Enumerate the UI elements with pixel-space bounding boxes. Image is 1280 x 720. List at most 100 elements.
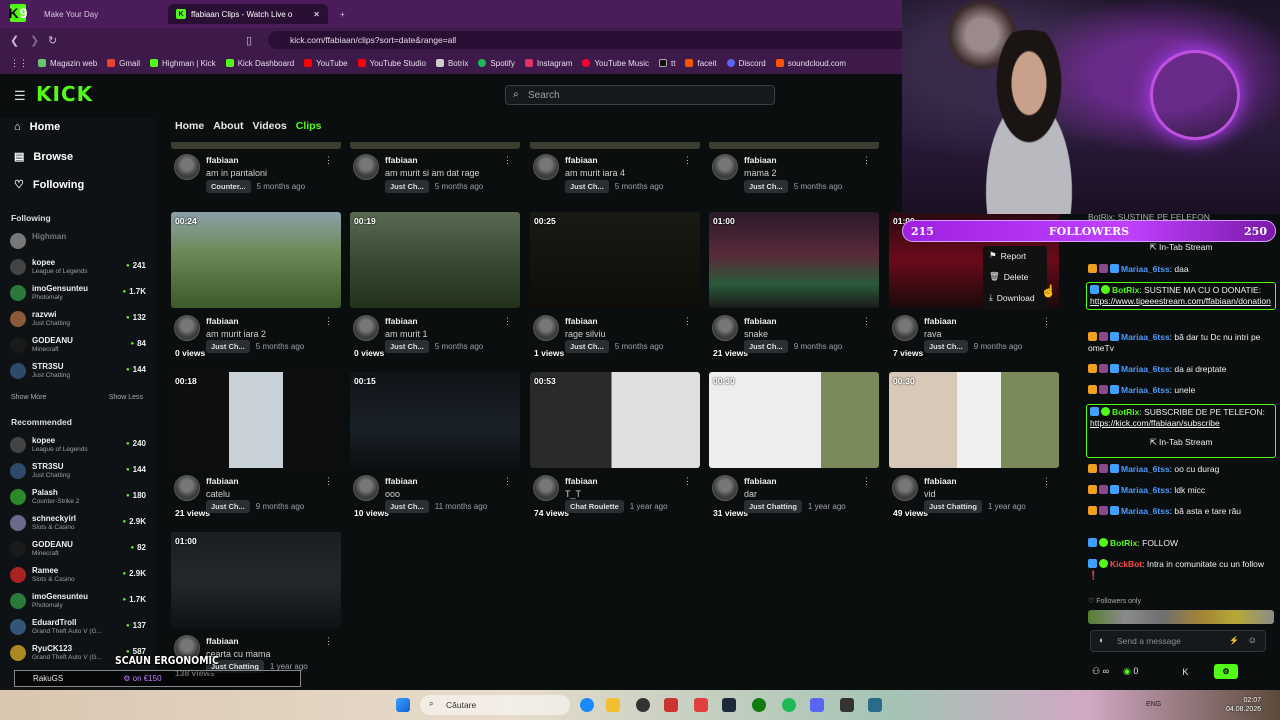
avatar[interactable] — [892, 475, 918, 501]
app-icon[interactable] — [840, 698, 854, 712]
sidebar-channel[interactable]: imoGensuntеuPhotomaly 1.7K — [10, 590, 146, 614]
sidebar-channel[interactable]: GODEANUMinecraft 82 — [10, 538, 146, 562]
back-icon[interactable]: ❮ — [10, 34, 19, 47]
clip-thumbnail[interactable] — [530, 212, 700, 308]
category-tag[interactable]: Counter... — [206, 180, 251, 193]
clip-card[interactable]: ffabiaan am murit si am dat rage Just Ch..… — [350, 142, 520, 196]
donation-link[interactable]: https://www.tipeeestream.com/ffabiaan/do… — [1090, 296, 1271, 306]
clip-thumbnail[interactable] — [171, 532, 341, 628]
more-options-icon[interactable]: ⋮ — [1042, 316, 1051, 327]
windows-start-icon[interactable] — [396, 698, 410, 712]
bookmark-item[interactable]: YouTube Studio — [357, 59, 426, 68]
bookmark-item[interactable]: Spotify — [478, 59, 515, 68]
clip-thumbnail[interactable] — [530, 372, 700, 468]
avatar[interactable] — [892, 315, 918, 341]
sidebar-channel[interactable]: schneckyirlSlots & Casino 2.9K — [10, 512, 146, 536]
category-tag[interactable]: Just Ch... — [385, 500, 429, 513]
avatar[interactable] — [533, 154, 559, 180]
clip-user[interactable]: ffabiaan — [924, 316, 957, 326]
more-options-icon[interactable]: ⋮ — [683, 476, 692, 487]
sidebar-channel[interactable]: Highman — [10, 230, 146, 254]
clip-user[interactable]: ffabiaan — [744, 155, 777, 165]
menu-item-delete[interactable]: 🗑 Delete — [989, 271, 1028, 282]
bookmark-item[interactable]: Magazin web — [38, 59, 97, 68]
avatar[interactable] — [712, 475, 738, 501]
category-tag[interactable]: Just Ch... — [206, 500, 250, 513]
tab-clips[interactable]: Clips — [296, 120, 322, 132]
category-tag[interactable]: Just Ch... — [565, 180, 609, 193]
clip-user[interactable]: ffabiaan — [385, 155, 418, 165]
clip-thumbnail[interactable] — [350, 372, 520, 468]
more-options-icon[interactable]: ⋮ — [503, 155, 512, 166]
clip-thumbnail[interactable] — [171, 372, 341, 468]
category-tag[interactable]: Just Chatting — [924, 500, 982, 513]
chat-send-button[interactable]: ⚙ — [1214, 664, 1238, 679]
clip-user[interactable]: ffabiaan — [565, 316, 598, 326]
nav-browse[interactable]: ▤ Browse — [14, 150, 73, 164]
avatar[interactable] — [353, 475, 379, 501]
sidebar-channel[interactable]: PalashCounter-Strike 2 180 — [10, 486, 146, 510]
bookmark-star-icon[interactable]: ▯ — [246, 34, 252, 47]
reload-icon[interactable]: ↻ — [48, 34, 57, 47]
sidebar-channel[interactable]: EduardTrollGrand Theft Auto V (G... 137 — [10, 616, 146, 640]
language-indicator[interactable]: ENG — [1146, 701, 1161, 708]
discord-icon[interactable] — [810, 698, 824, 712]
tab-make-your-day[interactable]: Make Your Day — [36, 4, 166, 24]
category-tag[interactable]: Just Ch... — [744, 180, 788, 193]
show-more-button[interactable]: Show More — [11, 394, 46, 401]
clip-user[interactable]: ffabiaan — [385, 476, 418, 486]
clip-card[interactable]: ffabiaan am murit iara 4 Just Ch... 5 month… — [530, 142, 700, 196]
avatar[interactable] — [353, 315, 379, 341]
more-options-icon[interactable]: ⋮ — [1042, 476, 1051, 487]
more-options-icon[interactable]: ⋮ — [503, 316, 512, 327]
clip-user[interactable]: ffabiaan — [565, 476, 598, 486]
category-tag[interactable]: Just Ch... — [385, 180, 429, 193]
clip-thumbnail[interactable] — [709, 212, 879, 308]
sidebar-channel[interactable]: STR3SUJust Chatting 144 — [10, 460, 146, 484]
tab-ffabiaan-clips[interactable]: K ffabiaan Clips - Watch Live o ✕ — [168, 4, 328, 24]
clip-user[interactable]: ffabiaan — [565, 155, 598, 165]
clip-user[interactable]: ffabiaan — [206, 316, 239, 326]
emote-row[interactable] — [1088, 610, 1274, 624]
avatar[interactable] — [174, 315, 200, 341]
sidebar-channel[interactable]: RameeSlots & Casino 2.9K — [10, 564, 146, 588]
smiley-icon[interactable]: ☺ — [1248, 635, 1257, 645]
taskbar-search[interactable]: ⌕ Căutare — [420, 695, 570, 715]
more-options-icon[interactable]: ⋮ — [862, 155, 871, 166]
clip-card[interactable]: 00:15 10 views ffabiaan ooo Just Ch... 11 mon… — [350, 372, 520, 522]
clip-card[interactable]: 00:24 0 views ffabiaan am murit iara 2 Just … — [171, 212, 341, 362]
clip-user[interactable]: ffabiaan — [206, 476, 239, 486]
tab-about[interactable]: About — [213, 120, 243, 132]
clip-thumbnail[interactable] — [709, 372, 879, 468]
avatar[interactable] — [712, 154, 738, 180]
clip-card[interactable]: 00:30 49 views ffabiaan vid Just Chatting 1 y… — [889, 372, 1059, 522]
category-tag[interactable]: Just Chatting — [744, 500, 802, 513]
app-icon[interactable] — [868, 698, 882, 712]
obs-icon[interactable] — [636, 698, 650, 712]
clip-card[interactable]: 00:30 31 views ffabiaan dar Just Chatting 1 y… — [709, 372, 879, 522]
clip-thumbnail[interactable] — [709, 142, 879, 149]
clip-thumbnail[interactable] — [350, 212, 520, 308]
menu-icon[interactable]: ☰ — [14, 88, 26, 104]
kick-points[interactable]: ◉ 0 — [1123, 666, 1138, 677]
xbox-icon[interactable] — [752, 698, 766, 712]
avatar[interactable] — [533, 315, 559, 341]
edge-icon[interactable] — [580, 698, 594, 712]
more-options-icon[interactable]: ⋮ — [324, 155, 333, 166]
close-tab-icon[interactable]: ✕ — [313, 10, 320, 19]
more-options-icon[interactable]: ⋮ — [324, 476, 333, 487]
avatar[interactable] — [174, 154, 200, 180]
sidebar-channel[interactable]: imoGensuntеuPhotomaly 1.7K — [10, 282, 146, 306]
sidebar-channel[interactable]: razvwiJust Chatting 132 — [10, 308, 146, 332]
bookmark-item[interactable]: soundcloud.com — [775, 59, 846, 68]
menu-item-download[interactable]: ⤓ Download — [989, 292, 1035, 303]
category-tag[interactable]: Just Ch... — [744, 340, 788, 353]
bookmark-item[interactable]: Botrix — [435, 59, 468, 68]
clip-card[interactable]: ffabiaan am in pantaloni Counter... 5 month… — [171, 142, 341, 196]
clip-user[interactable]: ffabiaan — [924, 476, 957, 486]
sidebar-channel[interactable]: kopeeLeague of Legends 241 — [10, 256, 146, 280]
file-explorer-icon[interactable] — [606, 698, 620, 712]
clip-thumbnail[interactable] — [530, 142, 700, 149]
show-less-button[interactable]: Show Less — [109, 394, 143, 401]
new-tab-button[interactable]: + — [332, 4, 353, 24]
